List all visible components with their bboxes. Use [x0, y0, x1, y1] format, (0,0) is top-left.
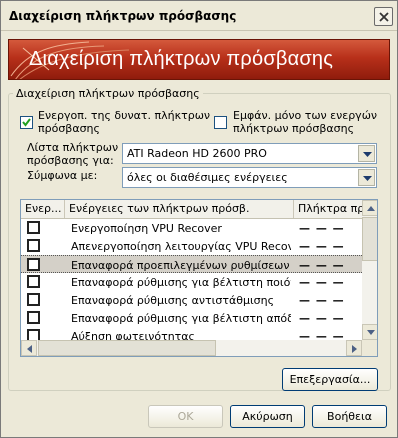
column-header-enabled[interactable]: Ενερ... [21, 200, 65, 218]
hotkeys-table[interactable]: Ενερ... Ενέργειες των πλήκτρων πρόσβ. Πλ… [20, 199, 378, 357]
enable-hotkeys-checkbox[interactable] [20, 116, 33, 129]
vertical-scrollbar[interactable] [362, 200, 377, 340]
banner-title: Διαχείριση πλήκτρων πρόσβασης [29, 48, 334, 70]
title-bar[interactable]: Διαχείριση πλήκτρων πρόσβασης [1, 1, 397, 31]
edit-button[interactable]: Επεξεργασία... [282, 368, 378, 391]
vertical-scroll-thumb[interactable] [362, 217, 377, 261]
close-icon [379, 12, 389, 22]
help-button[interactable]: Βοήθεια [312, 405, 387, 428]
row-enable-checkbox[interactable] [27, 221, 40, 234]
action-filter-select-value: όλες οι διαθέσιμες ενέργειες [127, 171, 288, 184]
checkmark-icon [22, 118, 31, 127]
row-enable-checkbox[interactable] [27, 275, 40, 288]
scroll-left-button[interactable] [21, 340, 37, 356]
column-header-action[interactable]: Ενέργειες των πλήκτρων πρόσβ. [65, 200, 294, 218]
row-action: Επαναφορά προεπιλεγμένων ρυθμίσεων ... [71, 259, 291, 272]
device-select-value: ATI Radeon HD 2600 PRO [127, 147, 267, 160]
according-label: Σύμφωνα με: [27, 169, 98, 182]
table-row[interactable]: Επαναφορά ρύθμισης αντιστάθμισης — — — [21, 291, 362, 309]
enable-hotkeys-label-line2: πρόσβασης [38, 122, 100, 135]
header-banner: Διαχείριση πλήκτρων πρόσβασης [8, 39, 390, 80]
list-for-label-line2: πρόσβασης για: [27, 154, 114, 167]
row-hotkey: — — — [299, 312, 345, 325]
column-header-keys[interactable]: Πλήκτρα πρόσβ [294, 200, 362, 218]
window-title: Διαχείριση πλήκτρων πρόσβασης [9, 9, 237, 23]
show-active-only-label: Εμφάν. μόνο των ενεργών [233, 109, 378, 122]
row-hotkey: — — — [299, 259, 345, 272]
dialog-window: Διαχείριση πλήκτρων πρόσβασης Διαχείριση… [0, 0, 398, 438]
row-hotkey: — — — [299, 240, 345, 253]
table-header: Ενερ... Ενέργειες των πλήκτρων πρόσβ. Πλ… [21, 200, 362, 219]
horizontal-scroll-thumb[interactable] [38, 340, 216, 356]
table-row[interactable]: Επαναφορά ρύθμισης για βέλτιστη ποιότητα… [21, 273, 362, 291]
row-enable-checkbox[interactable] [27, 239, 40, 252]
scroll-down-button[interactable] [362, 324, 377, 340]
action-filter-select[interactable]: όλες οι διαθέσιμες ενέργειες [122, 167, 377, 188]
show-active-only-checkbox[interactable] [214, 116, 227, 129]
scroll-corner [362, 340, 377, 356]
chevron-right-icon [352, 345, 357, 353]
horizontal-scrollbar[interactable] [21, 340, 362, 356]
show-active-only-label-line2: πλήκτρων πρόσβασης [233, 122, 355, 135]
row-action: Επαναφορά ρύθμισης για βέλτιστη ποιότητα [71, 276, 291, 289]
row-action: Επαναφορά ρύθμισης για βέλτιστη απόδοση [71, 312, 291, 325]
row-hotkey: — — — [299, 294, 345, 307]
cancel-button[interactable]: Ακύρωση [230, 405, 305, 428]
action-filter-dropdown-button[interactable] [358, 169, 375, 186]
chevron-up-icon [367, 206, 375, 211]
chevron-down-icon [363, 152, 372, 157]
row-action: Απενεργοποίηση λειτουργίας VPU Recover [71, 240, 291, 253]
row-enable-checkbox[interactable] [27, 311, 40, 324]
row-enable-checkbox[interactable] [27, 293, 40, 306]
row-action: Ενεργοποίηση VPU Recover [71, 222, 222, 235]
enable-hotkeys-label: Ενεργοπ. της δυνατ. πλήκτρων [38, 109, 211, 122]
group-label: Διαχείριση πλήκτρων πρόσβασης [13, 87, 203, 100]
device-select-dropdown-button[interactable] [358, 145, 375, 162]
table-row-selected[interactable]: Επαναφορά προεπιλεγμένων ρυθμίσεων ... —… [21, 255, 362, 273]
device-select[interactable]: ATI Radeon HD 2600 PRO [122, 143, 377, 164]
scroll-right-button[interactable] [346, 340, 362, 356]
scroll-up-button[interactable] [362, 200, 377, 216]
row-action: Επαναφορά ρύθμισης αντιστάθμισης [71, 294, 275, 307]
table-row[interactable]: Ενεργοποίηση VPU Recover — — — [21, 219, 362, 237]
close-button[interactable] [374, 7, 393, 26]
row-enable-checkbox[interactable] [27, 258, 40, 271]
list-for-label: Λίστα πλήκτρων [27, 141, 119, 154]
row-hotkey: — — — [299, 222, 345, 235]
ok-button[interactable]: OK [148, 405, 223, 428]
table-row[interactable]: Επαναφορά ρύθμισης για βέλτιστη απόδοση … [21, 309, 362, 327]
chevron-left-icon [27, 345, 32, 353]
row-hotkey: — — — [299, 276, 345, 289]
chevron-down-icon [363, 176, 372, 181]
chevron-down-icon [367, 330, 375, 335]
table-row[interactable]: Απενεργοποίηση λειτουργίας VPU Recover —… [21, 237, 362, 255]
